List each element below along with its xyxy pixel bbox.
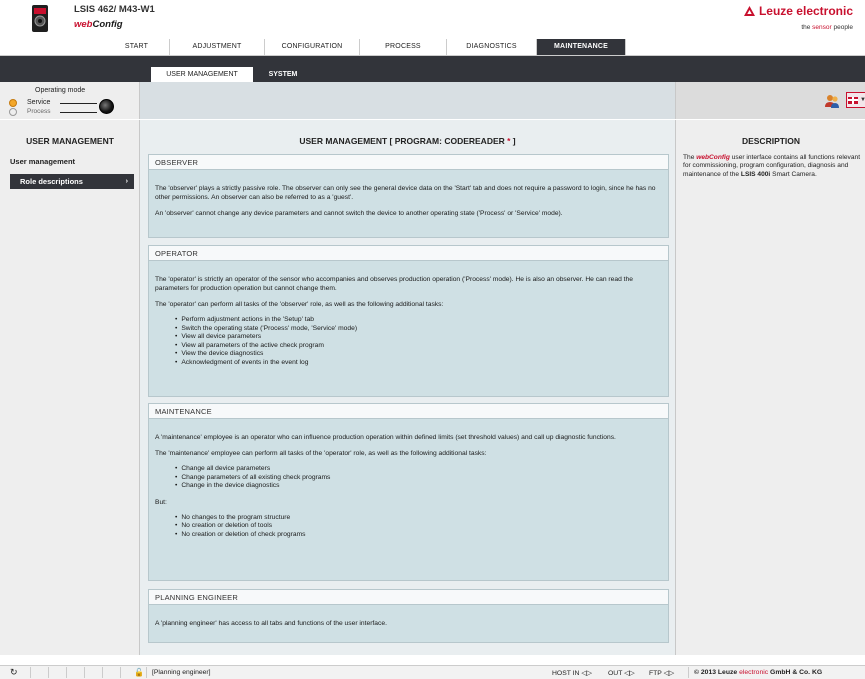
role-title: MAINTENANCE	[149, 404, 668, 419]
main-content: USER MANAGEMENT [ PROGRAM: CODEREADER * …	[140, 120, 675, 655]
tab-configuration[interactable]: CONFIGURATION	[265, 39, 360, 55]
divider	[48, 667, 49, 678]
process-led-icon	[9, 108, 17, 116]
process-label: Process	[27, 108, 51, 115]
product-title: LSIS 462/ M43-W1	[74, 4, 155, 15]
divider	[688, 667, 689, 678]
host-in-status: HOST IN ◁▷	[552, 670, 592, 677]
out-status: OUT ◁▷	[608, 670, 635, 677]
list-item: View all parameters of the active check …	[175, 342, 662, 351]
role-text: The 'observer' plays a strictly passive …	[155, 185, 656, 201]
tab-process[interactable]: PROCESS	[360, 39, 447, 55]
leuze-triangle-icon	[743, 6, 755, 16]
speaker-icon: ◁▷	[663, 670, 675, 677]
list-item: No creation or deletion of tools	[175, 522, 662, 531]
sidebar-item-label: Role descriptions	[20, 177, 83, 186]
brand-logo: Leuze electronic	[743, 4, 853, 18]
speaker-icon: ◁▷	[624, 670, 635, 677]
sidebar-item-role-descriptions[interactable]: Role descriptions ›	[10, 174, 134, 189]
mode-bar-center	[140, 82, 675, 119]
refresh-icon[interactable]: ↻	[10, 667, 18, 678]
sidebar-item-user-management[interactable]: User management	[10, 157, 75, 166]
tab-start[interactable]: START	[104, 39, 170, 55]
description-text: The webConfig user interface contains al…	[683, 154, 861, 178]
mode-switch-knob[interactable]	[99, 99, 114, 114]
divider	[30, 667, 31, 678]
subtab-user-management[interactable]: USER MANAGEMENT	[151, 67, 253, 82]
role-box-planning-engineer: PLANNING ENGINEER A 'planning engineer' …	[148, 589, 669, 643]
mode-bar: Operating mode Service Process ▼	[0, 82, 865, 119]
copyright: © 2013 Leuze electronic GmbH & Co. KG	[694, 669, 823, 676]
process-line	[60, 112, 97, 113]
role-task-list: Change all device parameters Change para…	[175, 465, 662, 491]
list-item: No creation or deletion of check program…	[175, 531, 662, 540]
divider	[102, 667, 103, 678]
mode-bar-tools: ▼	[675, 82, 865, 119]
ftp-status: FTP ◁▷	[649, 670, 675, 677]
role-task-list: Perform adjustment actions in the 'Setup…	[175, 316, 662, 368]
chevron-down-icon: ▼	[860, 97, 865, 103]
role-title: PLANNING ENGINEER	[149, 590, 668, 605]
operating-mode-panel: Operating mode Service Process	[0, 82, 140, 119]
sub-tab-bar: USER MANAGEMENT SYSTEM	[0, 67, 865, 82]
list-item: Acknowledgment of events in the event lo…	[175, 359, 662, 368]
role-restriction-list: No changes to the program structure No c…	[175, 514, 662, 540]
tab-adjustment[interactable]: ADJUSTMENT	[170, 39, 265, 55]
camera-icon	[32, 5, 48, 32]
speaker-icon: ◁▷	[581, 670, 592, 677]
list-item: Switch the operating state ('Process' mo…	[175, 325, 662, 334]
role-box-maintenance: MAINTENANCE A 'maintenance' employee is …	[148, 403, 669, 581]
divider	[146, 667, 147, 678]
divider	[66, 667, 67, 678]
role-text: A 'maintenance' employee is an operator …	[155, 434, 616, 441]
chevron-right-icon: ›	[125, 178, 128, 185]
role-box-operator: OPERATOR The 'operator' is strictly an o…	[148, 245, 669, 397]
service-led-icon	[9, 99, 17, 107]
service-label: Service	[27, 99, 51, 106]
role-text: A 'planning engineer' has access to all …	[155, 620, 387, 627]
list-item: Change in the device diagnostics	[175, 482, 662, 491]
list-item: Change all device parameters	[175, 465, 662, 474]
header-divider-bar	[0, 56, 865, 67]
lock-icon[interactable]: 🔓	[134, 668, 144, 677]
role-box-observer: OBSERVER The 'observer' plays a strictly…	[148, 154, 669, 238]
divider	[120, 667, 121, 678]
brand-tagline: the sensor people	[801, 24, 853, 31]
users-icon[interactable]	[824, 93, 840, 109]
subtab-system[interactable]: SYSTEM	[257, 67, 309, 82]
role-text: The 'maintenance' employee can perform a…	[155, 450, 487, 457]
role-text: The 'operator' is strictly an operator o…	[155, 276, 633, 292]
service-line	[60, 103, 97, 104]
list-item: No changes to the program structure	[175, 514, 662, 523]
list-item: Change parameters of all existing check …	[175, 474, 662, 483]
operating-mode-title: Operating mode	[35, 87, 86, 94]
list-item: View the device diagnostics	[175, 350, 662, 359]
tab-diagnostics[interactable]: DIAGNOSTICS	[447, 39, 537, 55]
language-selector[interactable]: ▼	[846, 92, 865, 108]
app-name: webConfig	[74, 19, 123, 30]
list-item: View all device parameters	[175, 333, 662, 342]
divider	[84, 667, 85, 678]
description-heading: DESCRIPTION	[741, 136, 801, 146]
app-header: LSIS 462/ M43-W1 webConfig Leuze electro…	[0, 0, 865, 39]
role-text: The 'operator' can perform all tasks of …	[155, 301, 444, 308]
page-title: USER MANAGEMENT [ PROGRAM: CODEREADER * …	[299, 136, 516, 146]
list-item: Perform adjustment actions in the 'Setup…	[175, 316, 662, 325]
role-text: An 'observer' cannot change any device p…	[155, 210, 563, 217]
status-bar: ↻ 🔓 [Planning engineer] HOST IN ◁▷ OUT ◁…	[0, 665, 865, 679]
flag-icon	[848, 96, 859, 104]
sidebar: USER MANAGEMENT User management Role des…	[0, 120, 140, 655]
role-title: OBSERVER	[149, 155, 668, 170]
tab-maintenance[interactable]: MAINTENANCE	[537, 39, 626, 55]
main-tab-bar: START ADJUSTMENT CONFIGURATION PROCESS D…	[0, 39, 865, 56]
role-text: But:	[155, 498, 167, 506]
sidebar-heading: USER MANAGEMENT	[26, 136, 114, 146]
role-title: OPERATOR	[149, 246, 668, 261]
description-panel: DESCRIPTION The webConfig user interface…	[675, 120, 865, 655]
current-user: [Planning engineer]	[152, 669, 211, 676]
